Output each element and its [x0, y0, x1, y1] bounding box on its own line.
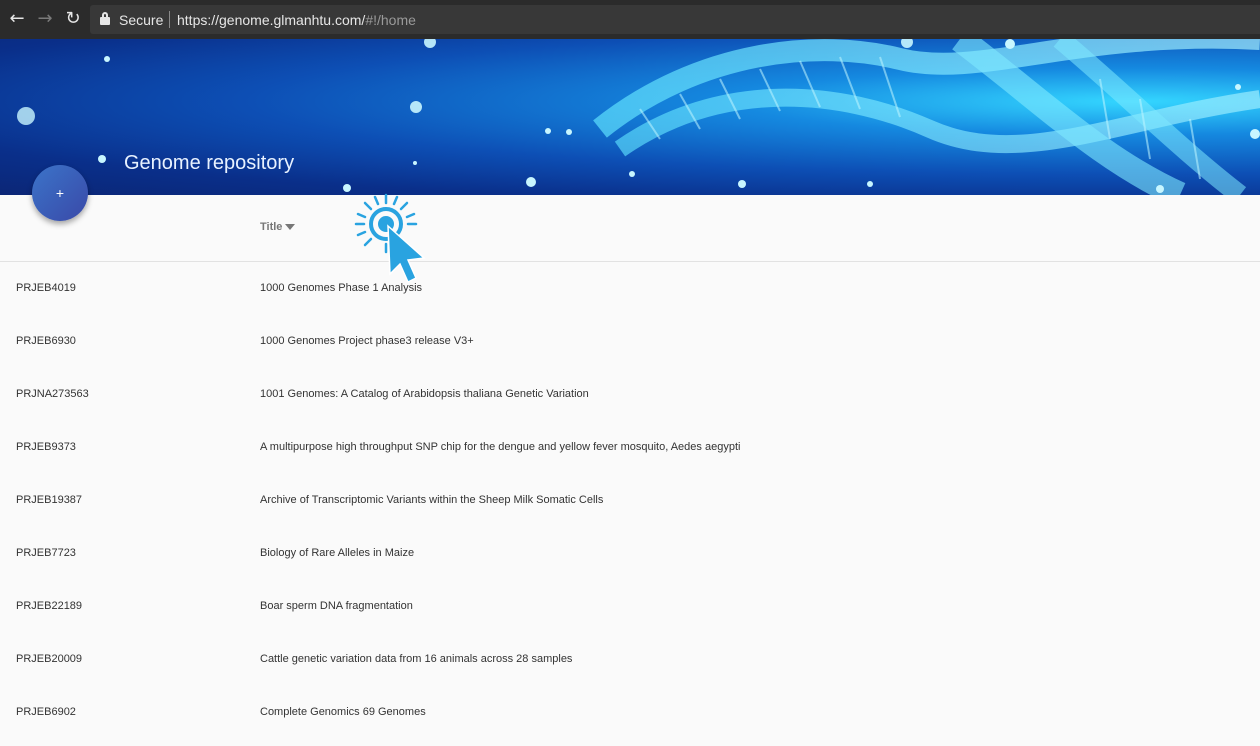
- browser-toolbar: ← → ↻ Secure https://genome.glmanhtu.com…: [0, 0, 1260, 39]
- row-title: 1000 Genomes Project phase3 release V3+: [260, 335, 474, 347]
- back-arrow-icon[interactable]: ←: [6, 8, 28, 30]
- sort-down-icon[interactable]: [285, 224, 296, 231]
- row-title: A multipurpose high throughput SNP chip …: [260, 441, 741, 453]
- secure-label: Secure: [119, 12, 164, 28]
- table-row[interactable]: PRJEB6930 1000 Genomes Project phase3 re…: [0, 315, 1260, 368]
- table-row[interactable]: PRJEB9373 A multipurpose high throughput…: [0, 421, 1260, 474]
- reload-icon[interactable]: ↻: [62, 8, 84, 30]
- table-row[interactable]: PRJEB19387 Archive of Transcriptomic Var…: [0, 474, 1260, 527]
- address-bar[interactable]: Secure https://genome.glmanhtu.com/#!/ho…: [90, 5, 1260, 34]
- row-accession: PRJEB9373: [16, 441, 76, 453]
- header-banner: Genome repository: [0, 39, 1260, 195]
- row-title: Boar sperm DNA fragmentation: [260, 600, 413, 612]
- row-accession: PRJEB7723: [16, 547, 76, 559]
- table-header: Title: [0, 195, 1260, 262]
- row-title: Cattle genetic variation data from 16 an…: [260, 653, 573, 665]
- lock-icon: [100, 12, 110, 25]
- row-accession: PRJEB4019: [16, 282, 76, 294]
- title-column-label: Title: [260, 221, 283, 233]
- table-row[interactable]: PRJEB7723 Biology of Rare Alleles in Mai…: [0, 527, 1260, 580]
- table-body: PRJEB4019 1000 Genomes Phase 1 Analysis …: [0, 262, 1260, 739]
- table-row[interactable]: PRJEB4019 1000 Genomes Phase 1 Analysis: [0, 262, 1260, 315]
- page-title: Genome repository: [124, 152, 295, 174]
- row-title: Biology of Rare Alleles in Maize: [260, 547, 415, 559]
- table-row[interactable]: PRJEB6902 Complete Genomics 69 Genomes: [0, 686, 1260, 739]
- row-title: Archive of Transcriptomic Variants withi…: [260, 494, 604, 506]
- row-title: 1001 Genomes: A Catalog of Arabidopsis t…: [260, 388, 589, 400]
- table-row[interactable]: PRJEB20009 Cattle genetic variation data…: [0, 633, 1260, 686]
- row-accession: PRJEB19387: [16, 494, 83, 506]
- table-row[interactable]: PRJNA273563 1001 Genomes: A Catalog of A…: [0, 368, 1260, 421]
- url-hash: #!/home: [365, 12, 416, 28]
- row-accession: PRJEB20009: [16, 653, 83, 665]
- table-row[interactable]: PRJEB22189 Boar sperm DNA fragmentation: [0, 580, 1260, 633]
- row-title: Complete Genomics 69 Genomes: [260, 706, 426, 718]
- row-accession: PRJEB6902: [16, 706, 76, 718]
- click-pointer-icon: [354, 193, 426, 284]
- row-accession: PRJNA273563: [16, 388, 89, 400]
- forward-arrow-icon[interactable]: →: [34, 8, 56, 30]
- url-text[interactable]: https://genome.glmanhtu.com/#!/home: [177, 12, 416, 28]
- row-accession: PRJEB22189: [16, 600, 83, 612]
- url-main: https://genome.glmanhtu.com/: [177, 12, 366, 28]
- title-column-header[interactable]: Title: [260, 221, 296, 233]
- row-accession: PRJEB6930: [16, 335, 76, 347]
- address-separator: [169, 11, 170, 28]
